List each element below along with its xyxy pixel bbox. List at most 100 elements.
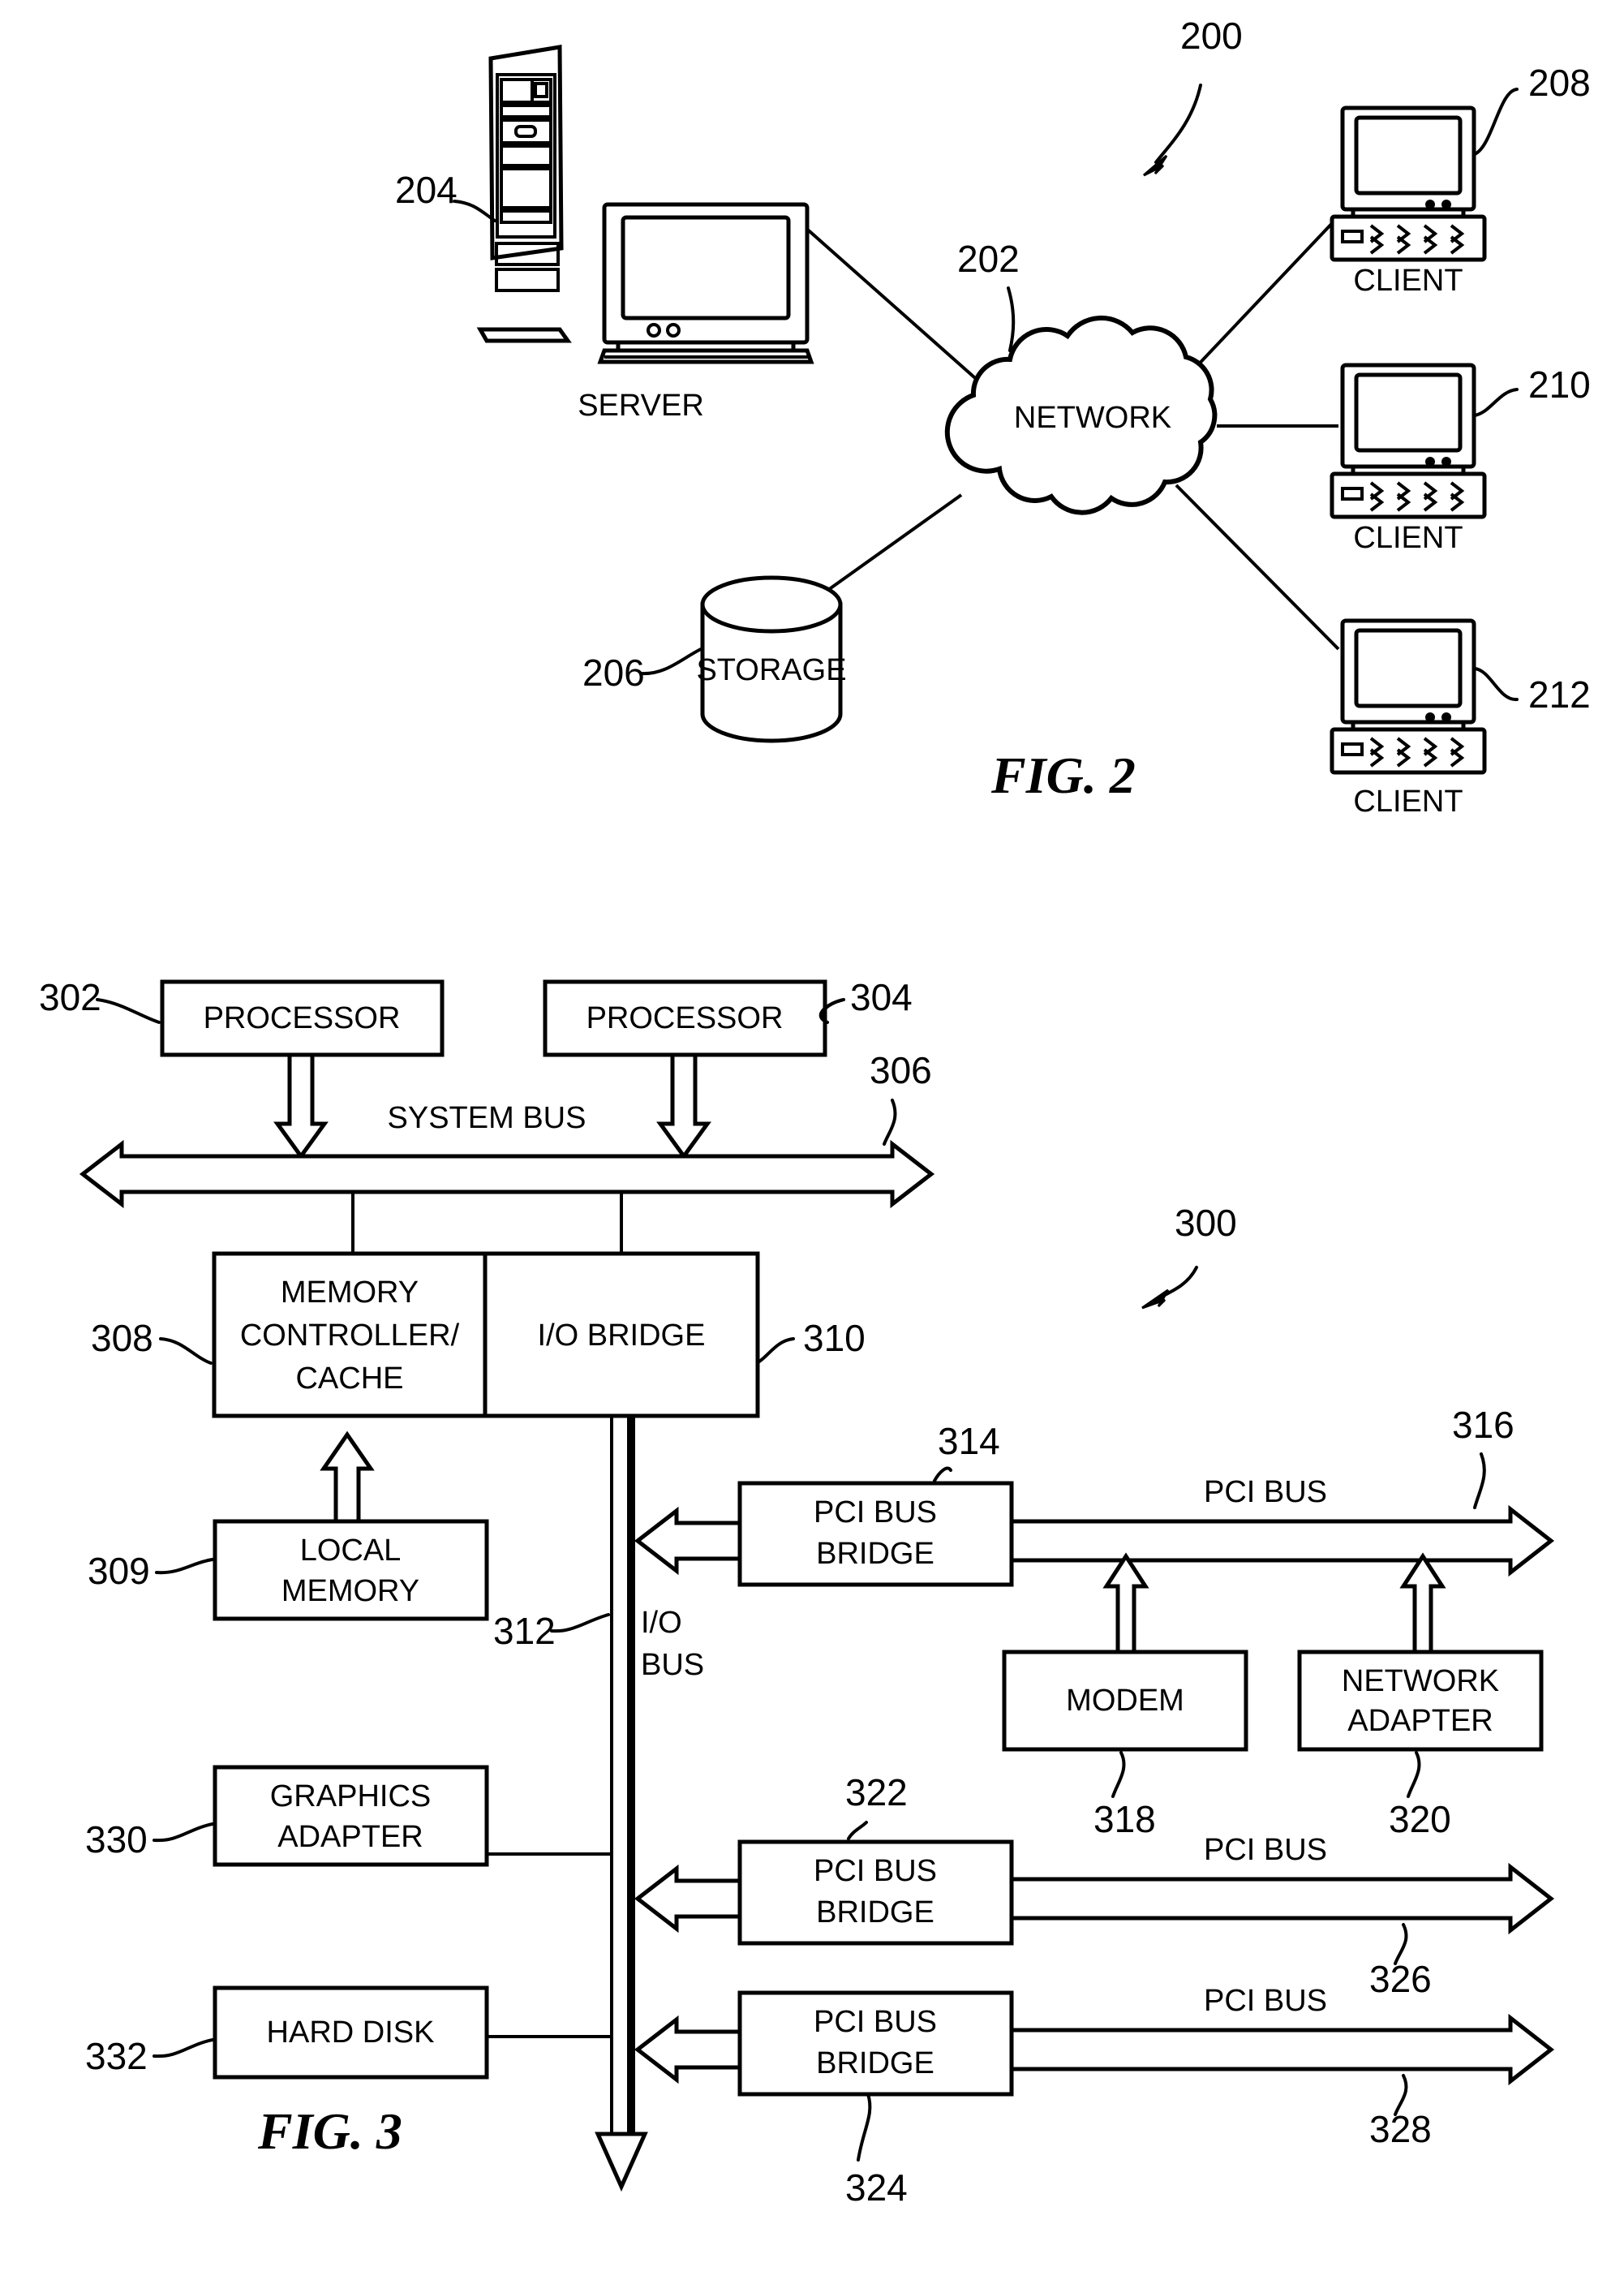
client3-monitor-screen: [1354, 628, 1463, 708]
server-monitor-screen: [621, 215, 791, 320]
network-adapter-pci-arrow: [1399, 1552, 1446, 1654]
ref-314: 314: [938, 1420, 1000, 1462]
ref-310-leader: [758, 1337, 795, 1363]
memory-controller-io-bridge-group: MEMORY CONTROLLER/ CACHE I/O BRIDGE 308 …: [91, 1251, 866, 1418]
hard-disk-block: HARD DISK 332: [85, 1985, 613, 2080]
ref-318-leader: [1111, 1751, 1126, 1798]
ref-326: 326: [1369, 1958, 1432, 2000]
client1-monitor-screen: [1354, 115, 1463, 196]
client1-label: CLIENT: [1353, 264, 1463, 298]
ref-322: 322: [845, 1771, 908, 1813]
pci-bus-2-arrow: [1009, 1862, 1555, 1935]
client1-keyboard: [1330, 214, 1487, 262]
storage-illustration: STORAGE 206: [582, 575, 847, 743]
ref-200-arrowhead: [1143, 154, 1168, 177]
pci-bus-bridge-2-label-line2: BRIDGE: [816, 1895, 934, 1929]
pci-bus-bridge-3-block: PCI BUS BRIDGE 324: [634, 1990, 1014, 2209]
io-bus-label-line2: BUS: [641, 1648, 704, 1682]
storage-cylinder-top: [700, 575, 843, 634]
pci-bus-1-arrow: [1009, 1504, 1555, 1577]
ref-328: 328: [1369, 2108, 1432, 2150]
network-label: NETWORK: [1014, 401, 1171, 435]
client2-monitor-screen: [1354, 372, 1463, 453]
ref-208-leader: [1473, 88, 1519, 156]
ref-310: 310: [803, 1317, 866, 1359]
figure-3-title: FIG. 3: [257, 2102, 402, 2160]
ref-304: 304: [850, 976, 913, 1018]
client-210-illustration: CLIENT 210: [1330, 363, 1591, 555]
ref-202: 202: [957, 238, 1020, 280]
local-memory-label-line1: LOCAL: [300, 1534, 402, 1568]
ref-212-leader: [1473, 667, 1519, 701]
pci-bus-2: PCI BUS 326: [1009, 1833, 1555, 2000]
system-bus-label: SYSTEM BUS: [388, 1101, 586, 1135]
graphics-adapter-label-line1: GRAPHICS: [270, 1779, 431, 1813]
ref-210-leader: [1473, 388, 1519, 417]
pci-bus-bridge-2-block: PCI BUS BRIDGE 322: [634, 1771, 1014, 1946]
ref-320: 320: [1389, 1798, 1451, 1840]
server-label: SERVER: [578, 389, 704, 423]
storage-label: STORAGE: [696, 653, 846, 687]
pci-bus-bridge-1-label-line2: BRIDGE: [816, 1537, 934, 1571]
client-212-illustration: CLIENT 212: [1330, 618, 1591, 819]
ref-318: 318: [1093, 1798, 1156, 1840]
fig2-system-reference: 200: [1143, 15, 1243, 177]
ref-332: 332: [85, 2035, 148, 2077]
client2-keyboard: [1330, 471, 1487, 519]
memory-controller-label-line1: MEMORY: [281, 1276, 419, 1310]
graphics-adapter-label-line2: ADAPTER: [277, 1820, 423, 1854]
pci-bus-1-label: PCI BUS: [1204, 1475, 1327, 1509]
network-adapter-block: NETWORK ADAPTER 320: [1297, 1552, 1544, 1840]
network-adapter-label-line2: ADAPTER: [1347, 1704, 1493, 1738]
fig3-system-reference: 300: [1141, 1202, 1237, 1310]
pci-bus-bridge-3-label-line1: PCI BUS: [814, 2005, 937, 2039]
ref-204: 204: [395, 169, 458, 211]
modem-pci-arrow: [1102, 1552, 1149, 1654]
processor-1-bus-arrow: [273, 1052, 329, 1160]
ref-208: 208: [1528, 62, 1591, 104]
ref-300-arrowhead: [1141, 1288, 1170, 1310]
client3-label: CLIENT: [1353, 785, 1463, 819]
modem-label: MODEM: [1066, 1684, 1184, 1718]
link-network-client3: [1175, 484, 1340, 651]
figure-2-group: 200 SERVER 204 NETWORK 202 STORAGE 206 C…: [395, 15, 1591, 819]
ref-312-leader: [550, 1613, 610, 1633]
ref-206-leader: [639, 647, 702, 676]
processor-1-block: PROCESSOR 302: [39, 976, 445, 1160]
ref-212: 212: [1528, 673, 1591, 716]
processor-1-label: PROCESSOR: [204, 1001, 401, 1035]
hard-disk-label: HARD DISK: [267, 2015, 435, 2050]
ref-322-leader: [847, 1821, 868, 1840]
client-208-illustration: CLIENT 208: [1330, 62, 1591, 298]
processor-2-block: PROCESSOR 304: [543, 976, 913, 1160]
ref-308: 308: [91, 1317, 153, 1359]
ref-302: 302: [39, 976, 101, 1018]
pci-bus-3-label: PCI BUS: [1204, 1984, 1327, 2018]
ref-200: 200: [1180, 15, 1243, 57]
ref-306-leader: [883, 1099, 897, 1146]
pci-bus-bridge-1-io-arrow: [634, 1506, 742, 1576]
pci-bus-bridge-1-block: PCI BUS BRIDGE 314: [634, 1420, 1014, 1587]
patent-drawing-sheet: 200 SERVER 204 NETWORK 202 STORAGE 206 C…: [0, 0, 1624, 2280]
ref-324-leader: [857, 2093, 872, 2162]
pci-bus-bridge-2-label-line1: PCI BUS: [814, 1854, 937, 1888]
ref-300: 300: [1175, 1202, 1237, 1244]
pci-bus-bridge-3-label-line2: BRIDGE: [816, 2046, 934, 2080]
network-cloud-illustration: NETWORK 202: [944, 238, 1218, 515]
figure-3-group: PROCESSOR 302 PROCESSOR 304 SYSTEM BUS 3…: [39, 976, 1555, 2209]
graphics-adapter-block: GRAPHICS ADAPTER 330: [85, 1765, 613, 1867]
client2-label: CLIENT: [1353, 521, 1463, 555]
ref-306: 306: [870, 1049, 932, 1091]
ref-316-leader: [1473, 1452, 1486, 1509]
ref-200-leader: [1154, 84, 1202, 164]
server-panel-2: [495, 268, 560, 292]
ref-309: 309: [88, 1550, 150, 1592]
ref-302-leader: [96, 998, 161, 1024]
local-memory-label-line2: MEMORY: [281, 1574, 419, 1608]
pci-bus-1: PCI BUS 316: [1009, 1404, 1555, 1577]
ref-330-leader: [153, 1822, 214, 1843]
ref-204-leader: [453, 200, 496, 222]
link-network-storage: [810, 493, 963, 604]
ref-314-leader: [933, 1466, 952, 1482]
ref-312: 312: [493, 1610, 556, 1652]
